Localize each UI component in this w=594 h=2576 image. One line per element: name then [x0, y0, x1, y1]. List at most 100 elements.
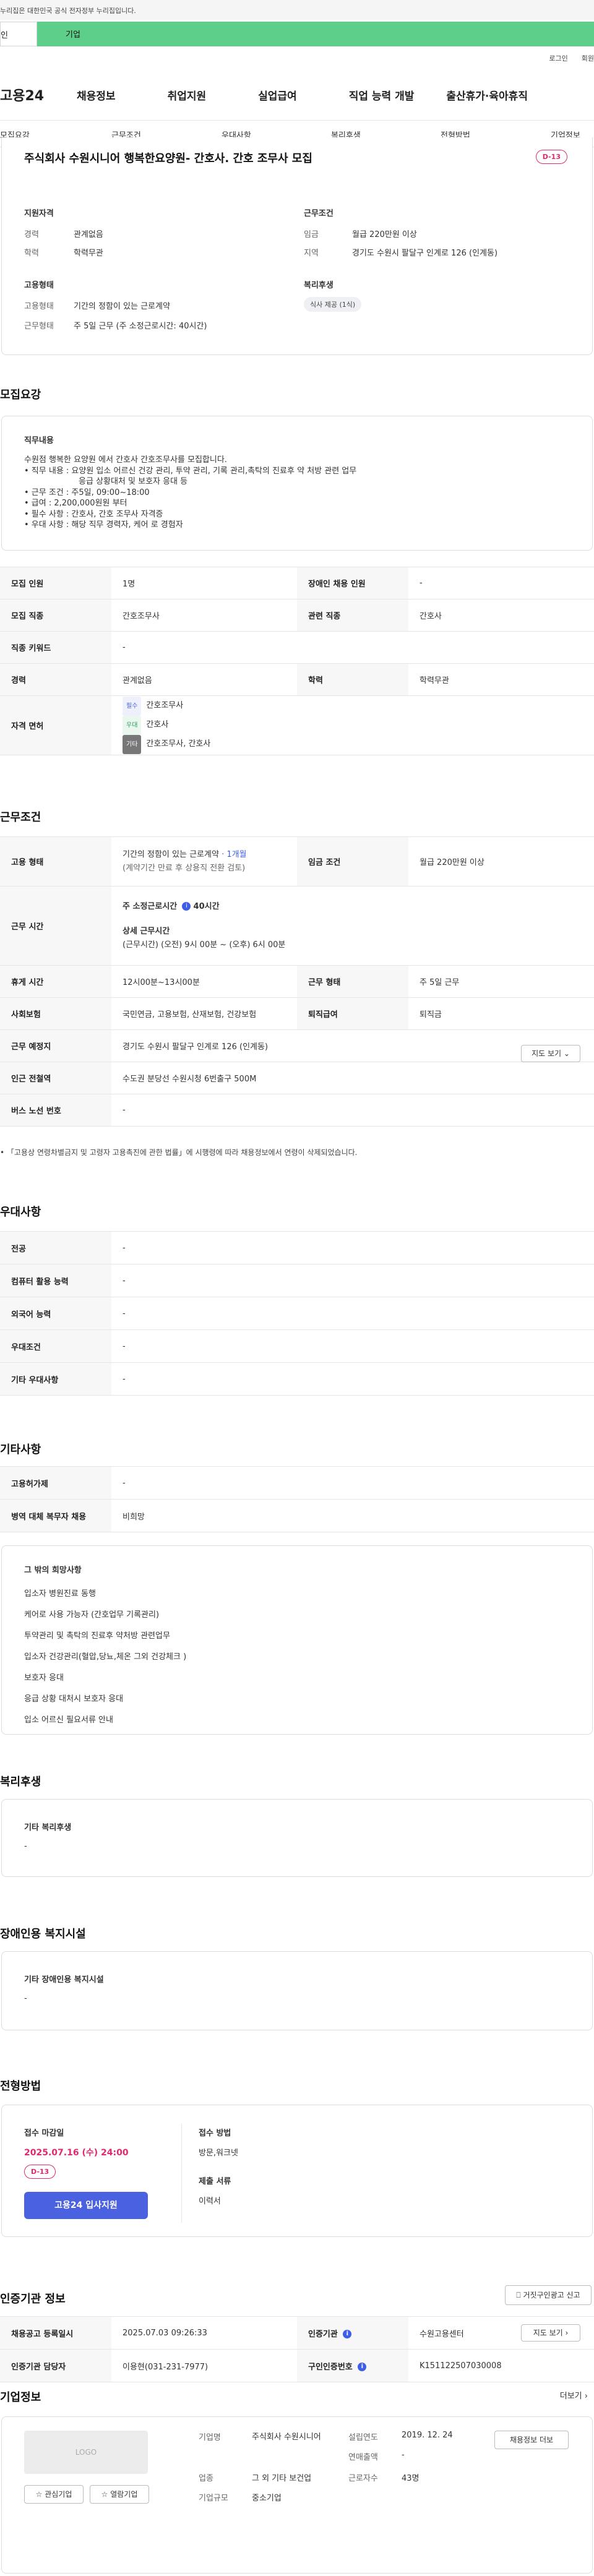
qualification-heading: 지원자격	[24, 209, 54, 218]
list-item: 보호자 응대	[24, 1673, 64, 1683]
dday-badge: D-13	[535, 150, 567, 164]
list-item: 투약관리 및 촉탁의 진료후 약처방 관련업무	[24, 1631, 170, 1641]
more-link[interactable]: 더보기 ›	[560, 2389, 588, 2401]
docs-heading: 제출 서류	[199, 2177, 231, 2186]
disab-box: 기타 장애인용 복지시설 -	[1, 1951, 593, 2030]
report-button[interactable]: ⎕ 거짓구인광고 신고	[505, 2285, 592, 2305]
table-row: 모집 직종 간호조무사 관련 직종 간호사	[0, 599, 594, 632]
table-row: 외국어 능력 -	[0, 1297, 594, 1330]
section-disab-title: 장애인용 복지시설	[0, 1928, 86, 1941]
etc-table: 고용허가제 - 병역 대체 복무자 채용 비희망	[0, 1466, 594, 1532]
chevron-right-icon: ›	[584, 2392, 588, 2401]
company-jobs-button[interactable]: 채용정보 더보	[494, 2431, 569, 2449]
cert-table: 채용공고 등록일시 2025.07.03 09:26:33 인증기관 i 수원고용센…	[0, 2316, 594, 2382]
table-row: 고용허가제 -	[0, 1466, 594, 1500]
tab-individual[interactable]: 인	[0, 22, 37, 46]
util-menu: 로그인 회원	[549, 53, 594, 63]
chevron-down-icon: ⌄	[563, 1049, 570, 1058]
favorite-company-button[interactable]: ☆ 관심기업	[24, 2485, 84, 2504]
table-row: 인근 전철역 수도권 분당선 수원시청 6번출구 500M	[0, 1062, 594, 1094]
table-row: 고용 형태 기간의 정함이 있는 근로계약 · 1개월 (계약기간 만료 후 상용…	[0, 836, 594, 887]
sales-label: 연매출액	[348, 2453, 378, 2462]
divider	[181, 2124, 182, 2223]
site-logo[interactable]: 고용24	[0, 85, 62, 105]
wish-list: 입소자 병원진료 동행 케어로 사용 가능자 (간호업무 기록관리) 투약관리 …	[24, 1587, 186, 1734]
apply-button[interactable]: 고용24 입사지원	[24, 2192, 148, 2219]
job-title: 주식회사 수원시니어 행복한요양원- 간호사. 간호 조무사 모집	[24, 152, 312, 165]
report-icon: ⎕	[516, 2291, 521, 2299]
table-row: 버스 노선 번호 -	[0, 1094, 594, 1127]
education-label: 학력	[24, 249, 39, 258]
section-proc-title: 전형방법	[0, 2080, 41, 2093]
section-cert-title: 인증기관 정보	[0, 2293, 66, 2306]
list-item: 입소자 병원진료 동행	[24, 1589, 96, 1599]
duty-heading: 직무내용	[24, 436, 54, 445]
list-item: 입소자 건강관리(혈압,당뇨,체온 그외 건강체크 )	[24, 1652, 187, 1662]
nav-parental-leave[interactable]: 출산휴가·육아휴직	[446, 87, 528, 103]
table-row: 기타 우대사항 -	[0, 1362, 594, 1396]
employment-type-heading: 고용형태	[24, 281, 54, 290]
viewed-company-button[interactable]: ☆ 열람기업	[90, 2485, 149, 2504]
table-row: 근무 예정지 경기도 수원시 팔달구 인계로 126 (인계동)	[0, 1029, 594, 1062]
cert-map-button[interactable]: 지도 보기 ›	[521, 2324, 580, 2342]
table-row: 직종 키워드 -	[0, 631, 594, 664]
employees-label: 근로자수	[348, 2474, 378, 2483]
company-name-value: 주식회사 수원시니어	[252, 2432, 321, 2442]
gov-notice-bar: 누리집은 대한민국 공식 전자정부 누리집입니다.	[0, 0, 594, 20]
employment-type-value: 기간의 정함이 있는 근로계약	[74, 302, 170, 311]
work-type-label: 근무형태	[24, 322, 54, 331]
info-icon[interactable]: i	[182, 902, 191, 911]
site-type-tabs: 인 기업	[0, 22, 594, 46]
region-value: 경기도 수원시 팔달구 인계로 126 (인계동)	[352, 249, 498, 258]
nav-vocational-training[interactable]: 직업 능력 개발	[349, 87, 415, 103]
table-row: 채용공고 등록일시 2025.07.03 09:26:33 인증기관 i 수원고용센…	[0, 2316, 594, 2350]
deadline-heading: 접수 마감일	[24, 2129, 64, 2138]
table-row: 병역 대체 복무자 채용 비희망	[0, 1499, 594, 1532]
section-work-title: 근무조건	[0, 811, 41, 824]
list-item: 케어로 사용 가능자 (간호업무 기록관리)	[24, 1610, 160, 1620]
disab-value: -	[24, 1994, 27, 2003]
wish-box: 그 밖의 희망사항 입소자 병원진료 동행 케어로 사용 가능자 (간호업무 기…	[1, 1545, 593, 1735]
table-row: 자격 면허 필수 간호조무사 우대 간호사 기타 간호조무사, 간호사	[0, 695, 594, 755]
sales-value: -	[402, 2450, 405, 2460]
education-value: 학력무관	[74, 249, 103, 258]
recruit-table: 모집 인원 1명 장애인 채용 인원 - 모집 직종 간호조무사 관련 직종 간호사 직…	[0, 567, 594, 755]
global-nav: 고용24 채용정보 취업지원 실업급여 직업 능력 개발 출산휴가·육아휴직	[0, 82, 594, 107]
info-icon[interactable]: i	[343, 2330, 352, 2338]
table-row: 우대조건 -	[0, 1329, 594, 1363]
tab-company[interactable]: 기업	[37, 22, 594, 46]
section-etc-title: 기타사항	[0, 1443, 41, 1456]
employees-value: 43명	[402, 2474, 420, 2483]
preferred-badge: 우대	[123, 716, 142, 735]
table-row: 휴게 시간 12시00분~13시00분 근무 형태 주 5일 근무	[0, 965, 594, 998]
table-row: 전공 -	[0, 1231, 594, 1264]
work-map-button[interactable]: 지도 보기 ⌄	[521, 1045, 580, 1062]
pref-table: 전공 - 컴퓨터 활용 능력 - 외국어 능력 - 우대조건 - 기타 우대사항 -	[0, 1231, 594, 1396]
method-value: 방문,워크넷	[199, 2149, 238, 2158]
work-condition-heading: 근무조건	[304, 209, 334, 218]
age-notice: • 「고용상 연령차별금지 및 고령자 고용촉진에 관한 법률」에 시행령에 따…	[0, 1148, 358, 1157]
work-type-value: 주 5일 근무 (주 소정근로시간: 40시간)	[74, 322, 207, 331]
info-icon[interactable]: i	[358, 2363, 367, 2371]
industry-label: 업종	[199, 2474, 213, 2483]
nav-jobs[interactable]: 채용정보	[77, 87, 116, 103]
work-table: 고용 형태 기간의 정함이 있는 근로계약 · 1개월 (계약기간 만료 후 상용…	[0, 836, 594, 1127]
login-link[interactable]: 로그인	[549, 53, 567, 63]
section-welfare-title: 복리후생	[0, 1775, 41, 1788]
career-label: 경력	[24, 230, 39, 239]
nav-employment-support[interactable]: 취업지원	[168, 87, 207, 103]
join-link[interactable]: 회원	[582, 53, 594, 63]
proc-box: 접수 마감일 2025.07.16 (수) 24:00 D-13 고용24 입사…	[1, 2105, 593, 2237]
section-pref-title: 우대사항	[0, 1206, 41, 1219]
size-label: 기업규모	[199, 2494, 228, 2503]
nav-unemployment-benefit[interactable]: 실업급여	[258, 87, 297, 103]
list-item: 입소 어르신 필요서류 안내	[24, 1715, 113, 1725]
contract-period-link[interactable]: · 1개월	[222, 850, 246, 859]
region-label: 지역	[304, 249, 319, 258]
disab-heading: 기타 장애인용 복지시설	[24, 1975, 104, 1985]
docs-value: 이력서	[199, 2197, 221, 2206]
founded-label: 설립연도	[348, 2433, 378, 2442]
job-summary-card: 주식회사 수원시니어 행복한요양원- 간호사. 간호 조무사 모집 D-13 지…	[1, 137, 593, 355]
table-row: 컴퓨터 활용 능력 -	[0, 1264, 594, 1297]
welfare-other-value: -	[24, 1842, 27, 1851]
